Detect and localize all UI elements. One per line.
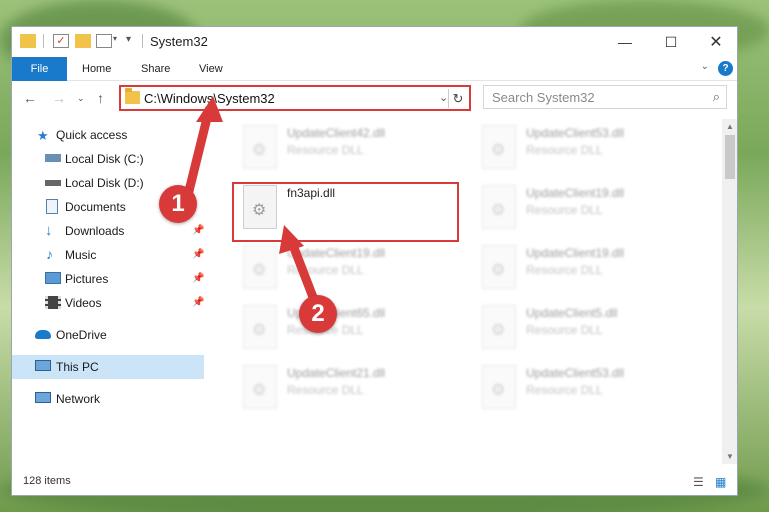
callout-arrows xyxy=(183,96,321,310)
callout-badge-2: 2 xyxy=(299,295,337,333)
arrow-2-head xyxy=(279,225,304,254)
arrow-1-shaft xyxy=(183,105,214,200)
callout-badge-1: 1 xyxy=(159,185,197,223)
arrow-1-head xyxy=(196,96,223,122)
